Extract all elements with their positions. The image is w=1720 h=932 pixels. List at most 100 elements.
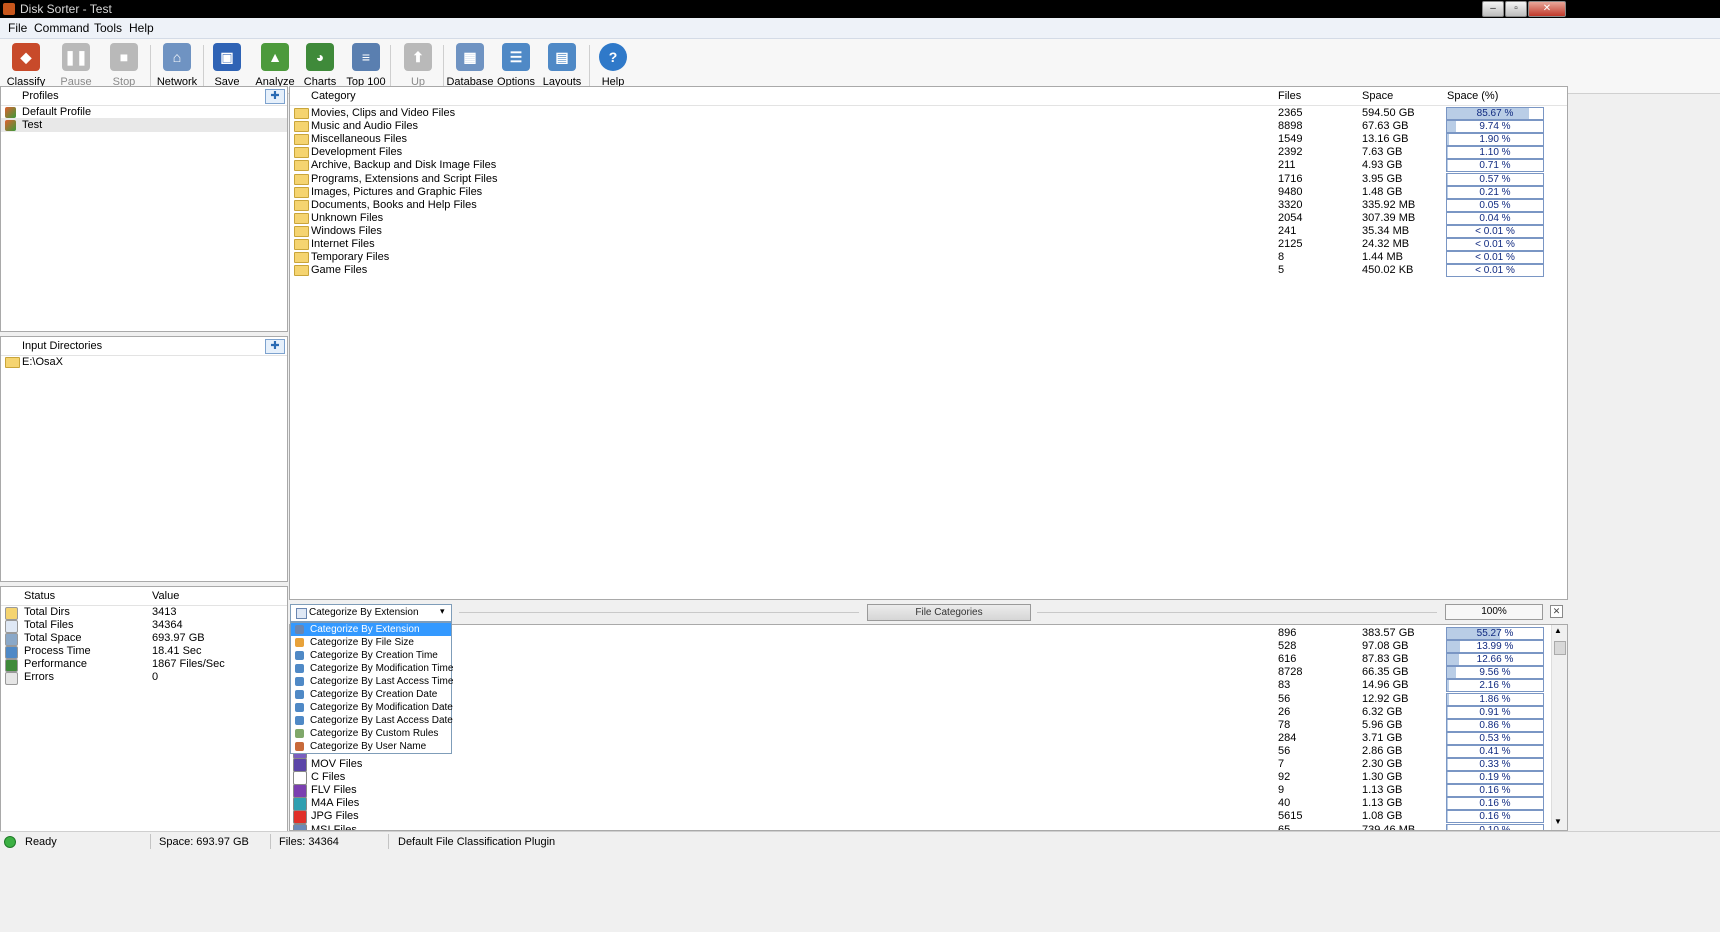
database-button[interactable]: ▦ Database (446, 43, 494, 91)
minimize-button[interactable]: – (1482, 1, 1504, 17)
folder-icon (294, 147, 309, 159)
categorize-option[interactable]: Categorize By Creation Time (291, 649, 451, 662)
extension-row[interactable]: 56 12.92 GB 1.86 % (290, 692, 1567, 707)
category-row[interactable]: Unknown Files 2054 307.39 MB 0.04 % (290, 211, 1567, 225)
extension-name: JPG Files (311, 810, 359, 823)
folder-icon (294, 225, 309, 237)
category-row[interactable]: Internet Files 2125 24.32 MB < 0.01 % (290, 237, 1567, 251)
category-row[interactable]: Game Files 5 450.02 KB < 0.01 % (290, 263, 1567, 278)
profile-label: Default Profile (22, 106, 92, 118)
space-percent-column-header[interactable]: Space (%) (1447, 90, 1498, 102)
menu-help[interactable]: Help (129, 21, 154, 35)
scroll-down-icon[interactable]: ▼ (1554, 817, 1562, 826)
classify-button[interactable]: ◆ Classify (4, 43, 48, 91)
extension-row[interactable]: 528 97.08 GB 13.99 % (290, 639, 1567, 655)
profile-item[interactable]: Default Profile (1, 105, 287, 119)
categorize-select[interactable]: Categorize By Extension ▾ (290, 604, 452, 622)
category-row[interactable]: Development Files 2392 7.63 GB 1.10 % (290, 145, 1567, 160)
status-row: Total Files 34364 (1, 618, 287, 633)
extension-files: 65 (1278, 823, 1291, 831)
category-row[interactable]: Movies, Clips and Video Files 2365 594.50 … (290, 106, 1567, 120)
profile-item[interactable]: Test (1, 118, 287, 132)
space-column-header[interactable]: Space (1362, 90, 1393, 102)
categorize-option[interactable]: Categorize By Last Access Time (291, 675, 453, 688)
extension-row[interactable]: M4A Files 40 1.13 GB 0.16 % (290, 796, 1567, 812)
extension-row[interactable]: C Files 92 1.30 GB 0.19 % (290, 770, 1567, 786)
pause-button[interactable]: ❚❚ Pause (54, 43, 98, 91)
close-results-icon[interactable]: ✕ (1550, 605, 1563, 618)
category-name: Music and Audio Files (311, 120, 418, 133)
categorize-option[interactable]: Categorize By Creation Date (291, 688, 451, 701)
extension-row[interactable]: 8728 66.35 GB 9.56 % (290, 665, 1567, 681)
categorize-option[interactable]: Categorize By Last Access Date (291, 714, 453, 727)
space-percent-text: 0.16 % (1479, 785, 1511, 797)
space-percent-bar: 0.21 % (1446, 185, 1544, 199)
category-space: 1.44 MB (1362, 251, 1403, 264)
extension-row[interactable]: FLV Files 9 1.13 GB 0.16 % (290, 783, 1567, 799)
add-profile-button[interactable]: ✚ (265, 89, 285, 104)
extension-row[interactable]: MSI Files 65 739.46 MB 0.10 % (290, 823, 1567, 831)
up-button[interactable]: ⬆ Up (396, 43, 440, 91)
title-bar: Disk Sorter - Test – ▫ ✕ (0, 0, 1720, 18)
category-row[interactable]: Archive, Backup and Disk Image Files 211 4… (290, 158, 1567, 173)
category-space: 67.63 GB (1362, 120, 1409, 133)
menu-tools[interactable]: Tools (94, 21, 122, 35)
status-label: Process Time (24, 645, 91, 657)
vertical-scrollbar[interactable]: ▲ ▼ (1551, 625, 1567, 830)
profiles-title: Profiles (22, 90, 59, 102)
categorize-option[interactable]: Categorize By File Size (291, 636, 451, 649)
extension-row[interactable]: 56 2.86 GB 0.41 % (290, 744, 1567, 759)
extension-row[interactable]: 616 87.83 GB 12.66 % (290, 652, 1567, 668)
save-button[interactable]: ▣ Save (205, 43, 249, 91)
category-row[interactable]: Temporary Files 8 1.44 MB < 0.01 % (290, 250, 1567, 265)
analyze-button[interactable]: ▲ Analyze (252, 43, 298, 91)
stop-button[interactable]: ■ Stop (102, 43, 146, 91)
menu-command[interactable]: Command (34, 21, 89, 35)
extension-row[interactable]: JPG Files 5615 1.08 GB 0.16 % (290, 809, 1567, 825)
scroll-up-icon[interactable]: ▲ (1554, 626, 1562, 635)
category-column-header[interactable]: Category (311, 90, 356, 102)
menu-file[interactable]: File (8, 21, 27, 35)
extension-row[interactable]: 78 5.96 GB 0.86 % (290, 718, 1567, 733)
divider (459, 612, 859, 613)
maximize-button[interactable]: ▫ (1505, 1, 1527, 17)
category-row[interactable]: Miscellaneous Files 1549 13.16 GB 1.90 % (290, 132, 1567, 147)
status-row: Process Time 18.41 Sec (1, 644, 287, 659)
categorize-option[interactable]: Categorize By Extension (291, 623, 451, 636)
categorize-option[interactable]: Categorize By Custom Rules (291, 727, 451, 740)
folder-icon (294, 212, 309, 224)
extension-row[interactable]: MOV Files 7 2.30 GB 0.33 % (290, 757, 1567, 772)
scrollbar-thumb[interactable] (1554, 641, 1566, 655)
zoom-level[interactable]: 100% (1445, 604, 1543, 620)
extension-row[interactable]: 896 383.57 GB 55.27 % (290, 626, 1567, 641)
extension-row[interactable]: 26 6.32 GB 0.91 % (290, 705, 1567, 720)
menu-bar: File Command Tools Help (0, 18, 1720, 39)
files-column-header[interactable]: Files (1278, 90, 1301, 102)
close-button[interactable]: ✕ (1528, 1, 1566, 17)
top-100-button[interactable]: ≡ Top 100 (344, 43, 388, 91)
network-button[interactable]: ⌂ Network (153, 43, 201, 91)
charts-button[interactable]: ◕ Charts (298, 43, 342, 91)
extension-space: 66.35 GB (1362, 666, 1409, 679)
window-title: Disk Sorter - Test (20, 2, 112, 16)
extension-row[interactable]: 83 14.96 GB 2.16 % (290, 678, 1567, 694)
layouts-button[interactable]: ▤ Layouts (539, 43, 585, 91)
category-row[interactable]: Music and Audio Files 8898 67.63 GB 9.74 % (290, 119, 1567, 134)
category-row[interactable]: Windows Files 241 35.34 MB < 0.01 % (290, 224, 1567, 238)
categorize-option[interactable]: Categorize By User Name (291, 740, 451, 753)
category-row[interactable]: Documents, Books and Help Files 3320 335.9… (290, 198, 1567, 212)
add-directory-button[interactable]: ✚ (265, 339, 285, 354)
categorize-option[interactable]: Categorize By Modification Time (291, 662, 453, 675)
category-row[interactable]: Images, Pictures and Graphic Files 9480 1.… (290, 185, 1567, 199)
extension-row[interactable]: 284 3.71 GB 0.53 % (290, 731, 1567, 746)
category-row[interactable]: Programs, Extensions and Script Files 171… (290, 172, 1567, 186)
options-button[interactable]: ☰ Options (493, 43, 539, 91)
categorize-option[interactable]: Categorize By Modification Date (291, 701, 453, 714)
category-space: 4.93 GB (1362, 159, 1403, 172)
folder-icon (294, 108, 309, 119)
input-directory-item[interactable]: E:\OsaX (1, 355, 287, 369)
file-categories-button[interactable]: File Categories (867, 604, 1031, 621)
space-percent-bar: 85.67 % (1446, 107, 1544, 120)
extension-space: 383.57 GB (1362, 627, 1415, 639)
help-button[interactable]: ? Help (591, 43, 635, 91)
